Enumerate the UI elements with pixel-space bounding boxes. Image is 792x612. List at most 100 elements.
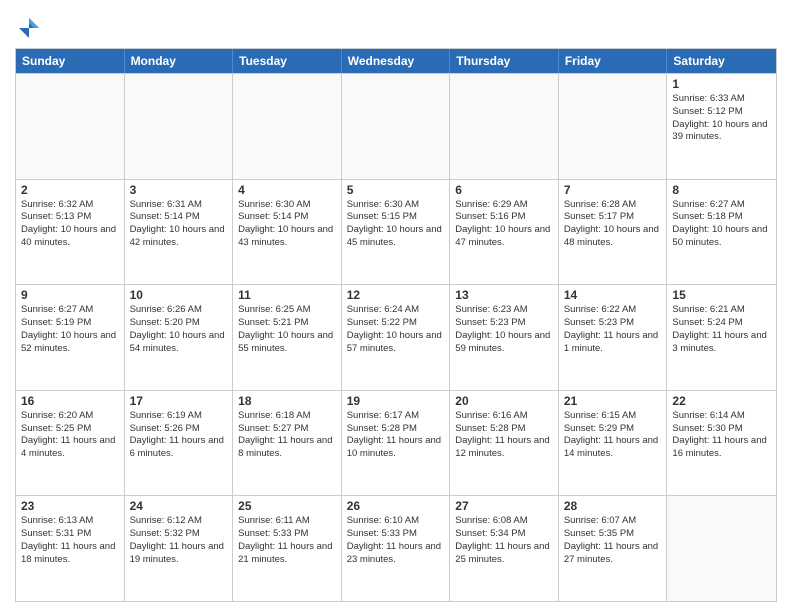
- day-number: 7: [564, 183, 662, 197]
- day-info: Sunrise: 6:07 AM Sunset: 5:35 PM Dayligh…: [564, 515, 662, 566]
- cal-cell-1-6: [559, 74, 668, 179]
- cal-cell-5-4: 26 Sunrise: 6:10 AM Sunset: 5:33 PM Dayli…: [342, 496, 451, 601]
- cal-cell-2-4: 5 Sunrise: 6:30 AM Sunset: 5:15 PM Daylig…: [342, 180, 451, 285]
- cal-cell-1-5: [450, 74, 559, 179]
- calendar-header-row: SundayMondayTuesdayWednesdayThursdayFrid…: [16, 49, 776, 73]
- day-info: Sunrise: 6:23 AM Sunset: 5:23 PM Dayligh…: [455, 304, 553, 355]
- day-info: Sunrise: 6:29 AM Sunset: 5:16 PM Dayligh…: [455, 199, 553, 250]
- cal-cell-1-3: [233, 74, 342, 179]
- day-number: 21: [564, 394, 662, 408]
- day-info: Sunrise: 6:33 AM Sunset: 5:12 PM Dayligh…: [672, 93, 771, 144]
- cal-cell-3-2: 10 Sunrise: 6:26 AM Sunset: 5:20 PM Dayli…: [125, 285, 234, 390]
- day-number: 10: [130, 288, 228, 302]
- header-day-tuesday: Tuesday: [233, 49, 342, 73]
- logo: [15, 10, 47, 42]
- day-info: Sunrise: 6:15 AM Sunset: 5:29 PM Dayligh…: [564, 410, 662, 461]
- header-day-monday: Monday: [125, 49, 234, 73]
- week-row-5: 23 Sunrise: 6:13 AM Sunset: 5:31 PM Dayli…: [16, 495, 776, 601]
- cal-cell-3-3: 11 Sunrise: 6:25 AM Sunset: 5:21 PM Dayli…: [233, 285, 342, 390]
- cal-cell-2-6: 7 Sunrise: 6:28 AM Sunset: 5:17 PM Daylig…: [559, 180, 668, 285]
- day-number: 2: [21, 183, 119, 197]
- cal-cell-3-5: 13 Sunrise: 6:23 AM Sunset: 5:23 PM Dayli…: [450, 285, 559, 390]
- header-day-sunday: Sunday: [16, 49, 125, 73]
- header-day-saturday: Saturday: [667, 49, 776, 73]
- day-number: 25: [238, 499, 336, 513]
- cal-cell-2-5: 6 Sunrise: 6:29 AM Sunset: 5:16 PM Daylig…: [450, 180, 559, 285]
- cal-cell-4-2: 17 Sunrise: 6:19 AM Sunset: 5:26 PM Dayli…: [125, 391, 234, 496]
- day-number: 26: [347, 499, 445, 513]
- week-row-3: 9 Sunrise: 6:27 AM Sunset: 5:19 PM Daylig…: [16, 284, 776, 390]
- cal-cell-3-6: 14Sunrise: 6:22 AM Sunset: 5:23 PM Dayli…: [559, 285, 668, 390]
- cal-cell-3-4: 12Sunrise: 6:24 AM Sunset: 5:22 PM Dayli…: [342, 285, 451, 390]
- cal-cell-5-5: 27Sunrise: 6:08 AM Sunset: 5:34 PM Dayli…: [450, 496, 559, 601]
- day-info: Sunrise: 6:21 AM Sunset: 5:24 PM Dayligh…: [672, 304, 771, 355]
- day-info: Sunrise: 6:32 AM Sunset: 5:13 PM Dayligh…: [21, 199, 119, 250]
- day-number: 9: [21, 288, 119, 302]
- cal-cell-4-5: 20 Sunrise: 6:16 AM Sunset: 5:28 PM Dayli…: [450, 391, 559, 496]
- day-info: Sunrise: 6:28 AM Sunset: 5:17 PM Dayligh…: [564, 199, 662, 250]
- day-info: Sunrise: 6:25 AM Sunset: 5:21 PM Dayligh…: [238, 304, 336, 355]
- cal-cell-5-2: 24 Sunrise: 6:12 AM Sunset: 5:32 PM Dayli…: [125, 496, 234, 601]
- day-info: Sunrise: 6:30 AM Sunset: 5:14 PM Dayligh…: [238, 199, 336, 250]
- day-number: 18: [238, 394, 336, 408]
- day-info: Sunrise: 6:14 AM Sunset: 5:30 PM Dayligh…: [672, 410, 771, 461]
- calendar-body: 1 Sunrise: 6:33 AM Sunset: 5:12 PM Daylig…: [16, 73, 776, 601]
- day-number: 15: [672, 288, 771, 302]
- calendar: SundayMondayTuesdayWednesdayThursdayFrid…: [15, 48, 777, 602]
- day-number: 4: [238, 183, 336, 197]
- day-info: Sunrise: 6:31 AM Sunset: 5:14 PM Dayligh…: [130, 199, 228, 250]
- day-number: 16: [21, 394, 119, 408]
- header-day-friday: Friday: [559, 49, 668, 73]
- day-number: 5: [347, 183, 445, 197]
- day-number: 12: [347, 288, 445, 302]
- day-number: 22: [672, 394, 771, 408]
- day-number: 3: [130, 183, 228, 197]
- day-info: Sunrise: 6:11 AM Sunset: 5:33 PM Dayligh…: [238, 515, 336, 566]
- day-info: Sunrise: 6:27 AM Sunset: 5:19 PM Dayligh…: [21, 304, 119, 355]
- cal-cell-1-1: [16, 74, 125, 179]
- cal-cell-5-7: [667, 496, 776, 601]
- cal-cell-2-1: 2 Sunrise: 6:32 AM Sunset: 5:13 PM Daylig…: [16, 180, 125, 285]
- week-row-1: 1 Sunrise: 6:33 AM Sunset: 5:12 PM Daylig…: [16, 73, 776, 179]
- day-info: Sunrise: 6:22 AM Sunset: 5:23 PM Dayligh…: [564, 304, 662, 355]
- cal-cell-1-7: 1 Sunrise: 6:33 AM Sunset: 5:12 PM Daylig…: [667, 74, 776, 179]
- header-day-thursday: Thursday: [450, 49, 559, 73]
- header: [15, 10, 777, 42]
- day-info: Sunrise: 6:10 AM Sunset: 5:33 PM Dayligh…: [347, 515, 445, 566]
- day-info: Sunrise: 6:27 AM Sunset: 5:18 PM Dayligh…: [672, 199, 771, 250]
- day-number: 13: [455, 288, 553, 302]
- day-info: Sunrise: 6:30 AM Sunset: 5:15 PM Dayligh…: [347, 199, 445, 250]
- cal-cell-5-6: 28 Sunrise: 6:07 AM Sunset: 5:35 PM Dayli…: [559, 496, 668, 601]
- day-info: Sunrise: 6:19 AM Sunset: 5:26 PM Dayligh…: [130, 410, 228, 461]
- cal-cell-2-2: 3 Sunrise: 6:31 AM Sunset: 5:14 PM Daylig…: [125, 180, 234, 285]
- page: SundayMondayTuesdayWednesdayThursdayFrid…: [0, 0, 792, 612]
- day-number: 28: [564, 499, 662, 513]
- cal-cell-4-7: 22 Sunrise: 6:14 AM Sunset: 5:30 PM Dayli…: [667, 391, 776, 496]
- day-number: 6: [455, 183, 553, 197]
- day-info: Sunrise: 6:12 AM Sunset: 5:32 PM Dayligh…: [130, 515, 228, 566]
- week-row-2: 2 Sunrise: 6:32 AM Sunset: 5:13 PM Daylig…: [16, 179, 776, 285]
- cal-cell-5-1: 23 Sunrise: 6:13 AM Sunset: 5:31 PM Dayli…: [16, 496, 125, 601]
- day-info: Sunrise: 6:20 AM Sunset: 5:25 PM Dayligh…: [21, 410, 119, 461]
- cal-cell-4-4: 19Sunrise: 6:17 AM Sunset: 5:28 PM Dayli…: [342, 391, 451, 496]
- day-info: Sunrise: 6:13 AM Sunset: 5:31 PM Dayligh…: [21, 515, 119, 566]
- cal-cell-2-7: 8 Sunrise: 6:27 AM Sunset: 5:18 PM Daylig…: [667, 180, 776, 285]
- day-number: 8: [672, 183, 771, 197]
- day-number: 27: [455, 499, 553, 513]
- day-number: 1: [672, 77, 771, 91]
- cal-cell-4-6: 21 Sunrise: 6:15 AM Sunset: 5:29 PM Dayli…: [559, 391, 668, 496]
- day-number: 20: [455, 394, 553, 408]
- week-row-4: 16 Sunrise: 6:20 AM Sunset: 5:25 PM Dayli…: [16, 390, 776, 496]
- cal-cell-5-3: 25 Sunrise: 6:11 AM Sunset: 5:33 PM Dayli…: [233, 496, 342, 601]
- day-number: 19: [347, 394, 445, 408]
- day-info: Sunrise: 6:26 AM Sunset: 5:20 PM Dayligh…: [130, 304, 228, 355]
- day-number: 17: [130, 394, 228, 408]
- day-info: Sunrise: 6:16 AM Sunset: 5:28 PM Dayligh…: [455, 410, 553, 461]
- header-day-wednesday: Wednesday: [342, 49, 451, 73]
- day-number: 11: [238, 288, 336, 302]
- day-number: 23: [21, 499, 119, 513]
- logo-icon: [15, 14, 43, 42]
- day-number: 24: [130, 499, 228, 513]
- cal-cell-3-1: 9 Sunrise: 6:27 AM Sunset: 5:19 PM Daylig…: [16, 285, 125, 390]
- day-info: Sunrise: 6:18 AM Sunset: 5:27 PM Dayligh…: [238, 410, 336, 461]
